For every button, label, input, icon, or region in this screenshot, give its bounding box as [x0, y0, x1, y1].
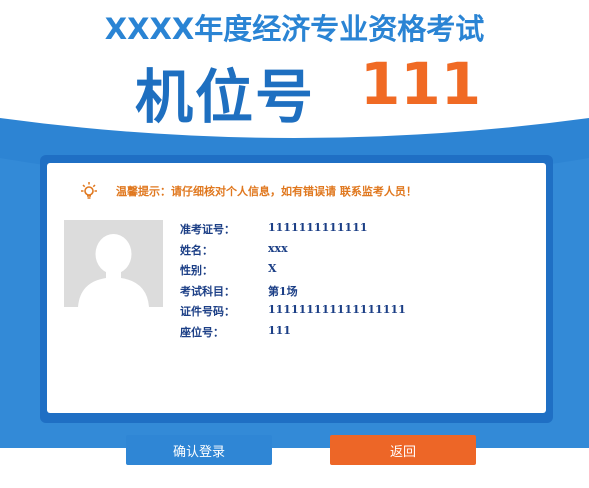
- field-value: 111: [268, 323, 291, 337]
- field-value: xxx: [268, 241, 288, 255]
- back-button[interactable]: 返回: [330, 435, 476, 465]
- field-seat-number: 座位号： 111: [180, 324, 500, 345]
- field-label: 考试科目：: [180, 284, 235, 298]
- field-value: 111111111111111111: [268, 303, 406, 316]
- field-value: 第1场: [268, 284, 298, 298]
- field-value: 1111111111111: [268, 221, 368, 234]
- field-gender: 性别： X: [180, 262, 500, 283]
- person-silhouette-icon: [64, 220, 163, 307]
- confirm-login-button[interactable]: 确认登录: [126, 435, 272, 465]
- tip-text: 温馨提示：请仔细核对个人信息，如有错误请 联系监考人员！: [116, 185, 417, 198]
- field-label: 证件号码：: [180, 305, 235, 318]
- field-label: 座位号：: [180, 325, 224, 339]
- exam-title: XXXX年度经济专业资格考试: [104, 12, 485, 46]
- field-value: X: [268, 262, 277, 275]
- field-id-number: 证件号码： 111111111111111111: [180, 303, 500, 324]
- candidate-info: 准考证号： 1111111111111 姓名： xxx 性别： X 考试科目： …: [180, 221, 500, 344]
- tip-row: 温馨提示：请仔细核对个人信息，如有错误请 联系监考人员！: [78, 180, 538, 202]
- lightbulb-icon: [81, 182, 97, 199]
- field-admission-number: 准考证号： 1111111111111: [180, 221, 500, 242]
- seat-header: 机位号 111: [0, 50, 589, 131]
- seat-label: 机位号: [135, 63, 316, 131]
- seat-number: 111: [360, 50, 482, 118]
- field-label: 性别：: [180, 264, 213, 277]
- field-label: 准考证号：: [180, 223, 235, 236]
- field-label: 姓名：: [180, 243, 213, 257]
- field-subject: 考试科目： 第1场: [180, 283, 500, 304]
- field-name: 姓名： xxx: [180, 242, 500, 263]
- candidate-photo: [64, 220, 163, 307]
